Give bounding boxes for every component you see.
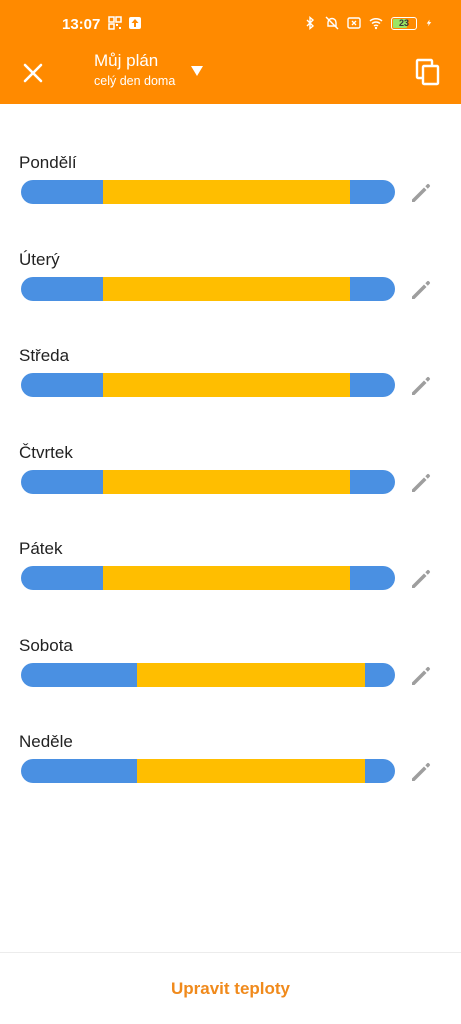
day-row: Úterý [0, 250, 461, 346]
schedule-segment-yellow [136, 662, 366, 687]
edit-pencil-icon[interactable] [408, 277, 434, 303]
page-title: Můj plán [94, 51, 159, 70]
close-icon[interactable] [20, 60, 46, 86]
schedule-segment-blue [350, 180, 395, 204]
schedule-segment-blue [350, 566, 395, 590]
sim-off-icon [347, 17, 361, 29]
day-row: Pátek [0, 539, 461, 635]
schedule-segment-blue [350, 373, 395, 397]
status-bar: 13:07 23 [0, 0, 461, 44]
schedule-segment-yellow [103, 180, 351, 204]
schedule-segment-blue [21, 566, 104, 590]
day-schedule-bar[interactable] [21, 469, 395, 494]
day-schedule-bar[interactable] [21, 566, 395, 590]
day-row: Pondělí [0, 153, 461, 249]
schedule-segment-blue [21, 469, 104, 494]
bottom-bar: Upravit teploty [0, 952, 461, 1024]
edit-pencil-icon[interactable] [408, 180, 434, 206]
page-subtitle: celý den doma [94, 74, 176, 88]
day-schedule-bar[interactable] [21, 373, 395, 397]
edit-pencil-icon[interactable] [408, 566, 434, 592]
edit-pencil-icon[interactable] [408, 663, 434, 689]
day-schedule-bar[interactable] [21, 759, 395, 783]
day-label: Čtvrtek [19, 442, 73, 462]
schedule-segment-blue [21, 759, 137, 783]
status-right-icons: 23 [303, 16, 433, 30]
day-label: Pátek [19, 539, 63, 558]
day-schedule-bar[interactable] [21, 662, 395, 687]
app-bar: Můj plán celý den doma [0, 44, 461, 104]
copy-icon[interactable] [415, 58, 441, 86]
status-time: 13:07 [62, 16, 101, 33]
charging-icon [426, 19, 432, 27]
edit-pencil-icon[interactable] [408, 470, 434, 496]
schedule-segment-blue [365, 662, 395, 687]
schedule-segment-blue [21, 662, 137, 687]
schedule-segment-blue [21, 180, 104, 204]
schedule-segment-blue [21, 276, 104, 301]
day-label: Pondělí [19, 153, 77, 172]
day-row: Sobota [0, 636, 461, 732]
schedule-segment-yellow [103, 566, 351, 590]
schedule-segment-yellow [103, 469, 351, 494]
bluetooth-icon [306, 16, 315, 30]
status-left-icons [108, 16, 142, 30]
day-label: Neděle [19, 732, 73, 751]
battery-icon: 23 [391, 16, 417, 30]
edit-temperatures-button[interactable]: Upravit teploty [0, 953, 461, 1024]
day-schedule-bar[interactable] [21, 276, 395, 301]
day-schedule-bar[interactable] [21, 180, 395, 204]
schedule-segment-blue [350, 276, 395, 301]
schedule-segment-blue [350, 469, 395, 494]
schedule-segment-blue [21, 373, 104, 397]
schedule-segment-yellow [103, 276, 351, 301]
plan-selector[interactable]: Můj plán celý den doma [94, 51, 175, 89]
alarm-off-icon [325, 16, 339, 30]
day-label: Středa [19, 346, 70, 365]
day-row: Neděle [0, 732, 461, 828]
day-label: Úterý [19, 249, 60, 269]
day-row: Čtvrtek [0, 443, 461, 539]
qr-icon [108, 16, 122, 30]
upload-icon [129, 17, 141, 29]
schedule-segment-yellow [136, 759, 366, 783]
day-row: Středa [0, 346, 461, 442]
schedule-segment-blue [365, 759, 395, 783]
edit-pencil-icon[interactable] [408, 373, 434, 399]
wifi-icon [369, 17, 383, 30]
day-label: Sobota [19, 635, 73, 655]
battery-level: 23 [398, 18, 409, 28]
edit-pencil-icon[interactable] [408, 759, 434, 785]
dropdown-arrow-icon[interactable] [190, 65, 204, 77]
schedule-segment-yellow [103, 373, 351, 397]
